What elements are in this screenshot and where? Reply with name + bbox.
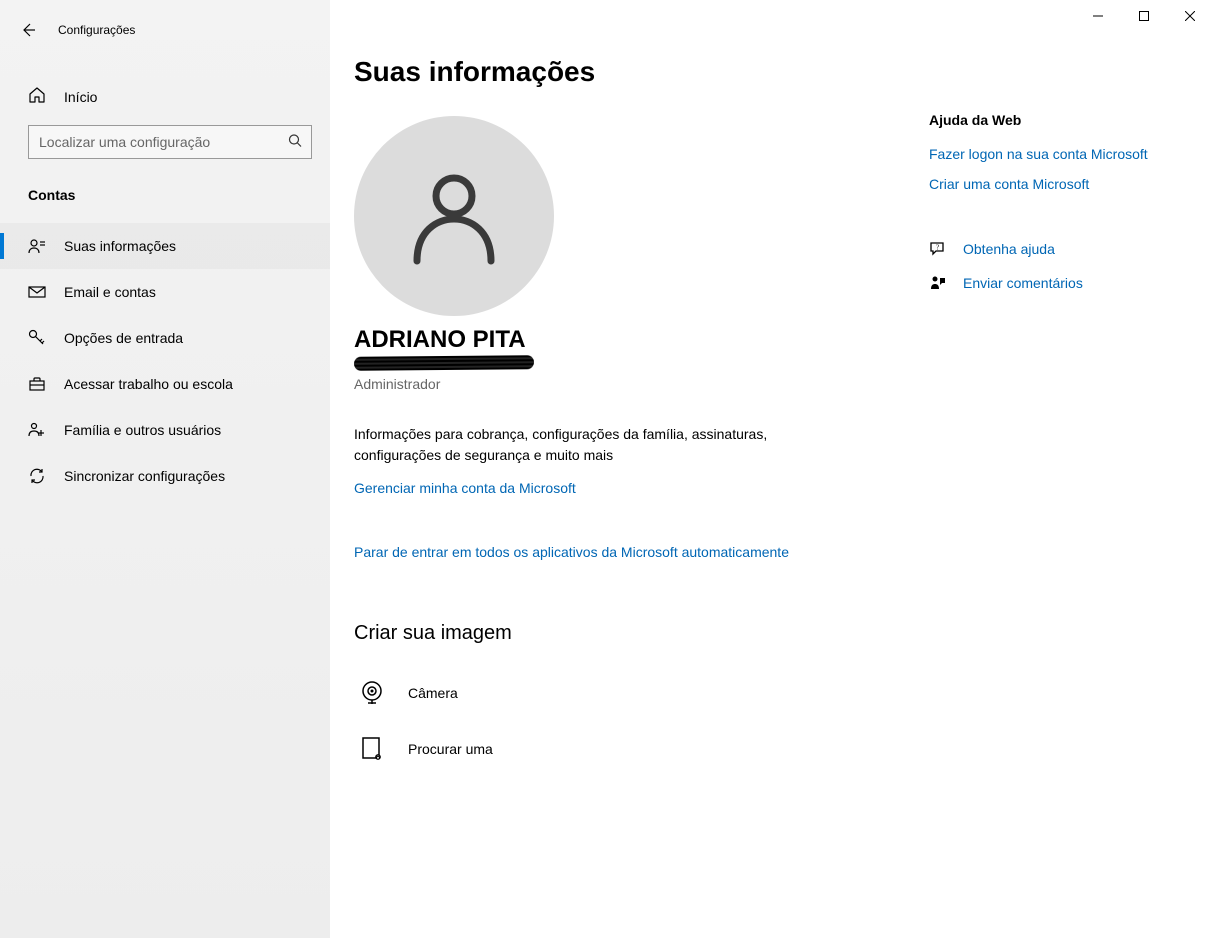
sidebar-section-label: Contas (0, 159, 330, 211)
help-panel: Ajuda da Web Fazer logon na sua conta Mi… (929, 56, 1189, 914)
get-help-link[interactable]: Obtenha ajuda (963, 241, 1055, 257)
app-title: Configurações (58, 23, 135, 37)
sidebar-item-email-accounts[interactable]: Email e contas (0, 269, 330, 315)
info-paragraph: Informações para cobrança, configurações… (354, 424, 774, 466)
camera-icon (354, 675, 390, 711)
back-button[interactable] (18, 20, 38, 40)
send-feedback-row[interactable]: Enviar comentários (929, 274, 1189, 292)
person-card-icon (28, 237, 46, 255)
create-account-help-link[interactable]: Criar uma conta Microsoft (929, 176, 1189, 192)
close-button[interactable] (1167, 0, 1213, 32)
feedback-icon (929, 274, 947, 292)
maximize-button[interactable] (1121, 0, 1167, 32)
help-chat-icon: ? (929, 240, 947, 258)
camera-option[interactable]: Câmera (354, 665, 889, 721)
sidebar-item-label: Opções de entrada (64, 330, 183, 346)
sidebar-item-label: Email e contas (64, 284, 156, 300)
sidebar-item-label: Família e outros usuários (64, 422, 221, 438)
mail-icon (28, 283, 46, 301)
sidebar-home[interactable]: Início (0, 74, 330, 119)
window-controls (1075, 0, 1213, 32)
manage-account-link[interactable]: Gerenciar minha conta da Microsoft (354, 480, 576, 496)
page-title: Suas informações (354, 56, 889, 88)
user-email-redacted (354, 355, 534, 371)
browse-label: Procurar uma (408, 741, 493, 757)
minimize-button[interactable] (1075, 0, 1121, 32)
people-add-icon (28, 421, 46, 439)
create-image-heading: Criar sua imagem (354, 622, 889, 645)
sidebar-item-work-school[interactable]: Acessar trabalho ou escola (0, 361, 330, 407)
search-wrap (28, 125, 312, 159)
sidebar-item-label: Acessar trabalho ou escola (64, 376, 233, 392)
home-icon (28, 86, 46, 107)
sidebar-home-label: Início (64, 89, 97, 105)
user-role: Administrador (354, 376, 889, 392)
sidebar-item-label: Suas informações (64, 238, 176, 254)
svg-text:?: ? (936, 244, 939, 252)
sidebar-item-signin-options[interactable]: Opções de entrada (0, 315, 330, 361)
sidebar-item-sync-settings[interactable]: Sincronizar configurações (0, 453, 330, 499)
sidebar-nav: Suas informações Email e contas Opções d… (0, 223, 330, 499)
sidebar-header: Configurações (0, 10, 330, 50)
sidebar: Configurações Início Contas Suas informa… (0, 0, 330, 938)
main-content: Suas informações ADRIANO PITA Administra… (330, 0, 1213, 938)
briefcase-icon (28, 375, 46, 393)
send-feedback-link[interactable]: Enviar comentários (963, 275, 1083, 291)
search-input[interactable] (28, 125, 312, 159)
stop-auto-signin-link[interactable]: Parar de entrar em todos os aplicativos … (354, 544, 889, 560)
browse-option[interactable]: Procurar uma (354, 721, 889, 777)
sidebar-item-your-info[interactable]: Suas informações (0, 223, 330, 269)
help-heading: Ajuda da Web (929, 112, 1189, 128)
camera-label: Câmera (408, 685, 458, 701)
user-name: ADRIANO PITA (354, 326, 889, 354)
sync-icon (28, 467, 46, 485)
avatar (354, 116, 554, 316)
key-icon (28, 329, 46, 347)
browse-file-icon (354, 731, 390, 767)
get-help-row[interactable]: ? Obtenha ajuda (929, 240, 1189, 258)
sidebar-item-label: Sincronizar configurações (64, 468, 225, 484)
sidebar-item-family-users[interactable]: Família e outros usuários (0, 407, 330, 453)
signin-help-link[interactable]: Fazer logon na sua conta Microsoft (929, 146, 1189, 162)
